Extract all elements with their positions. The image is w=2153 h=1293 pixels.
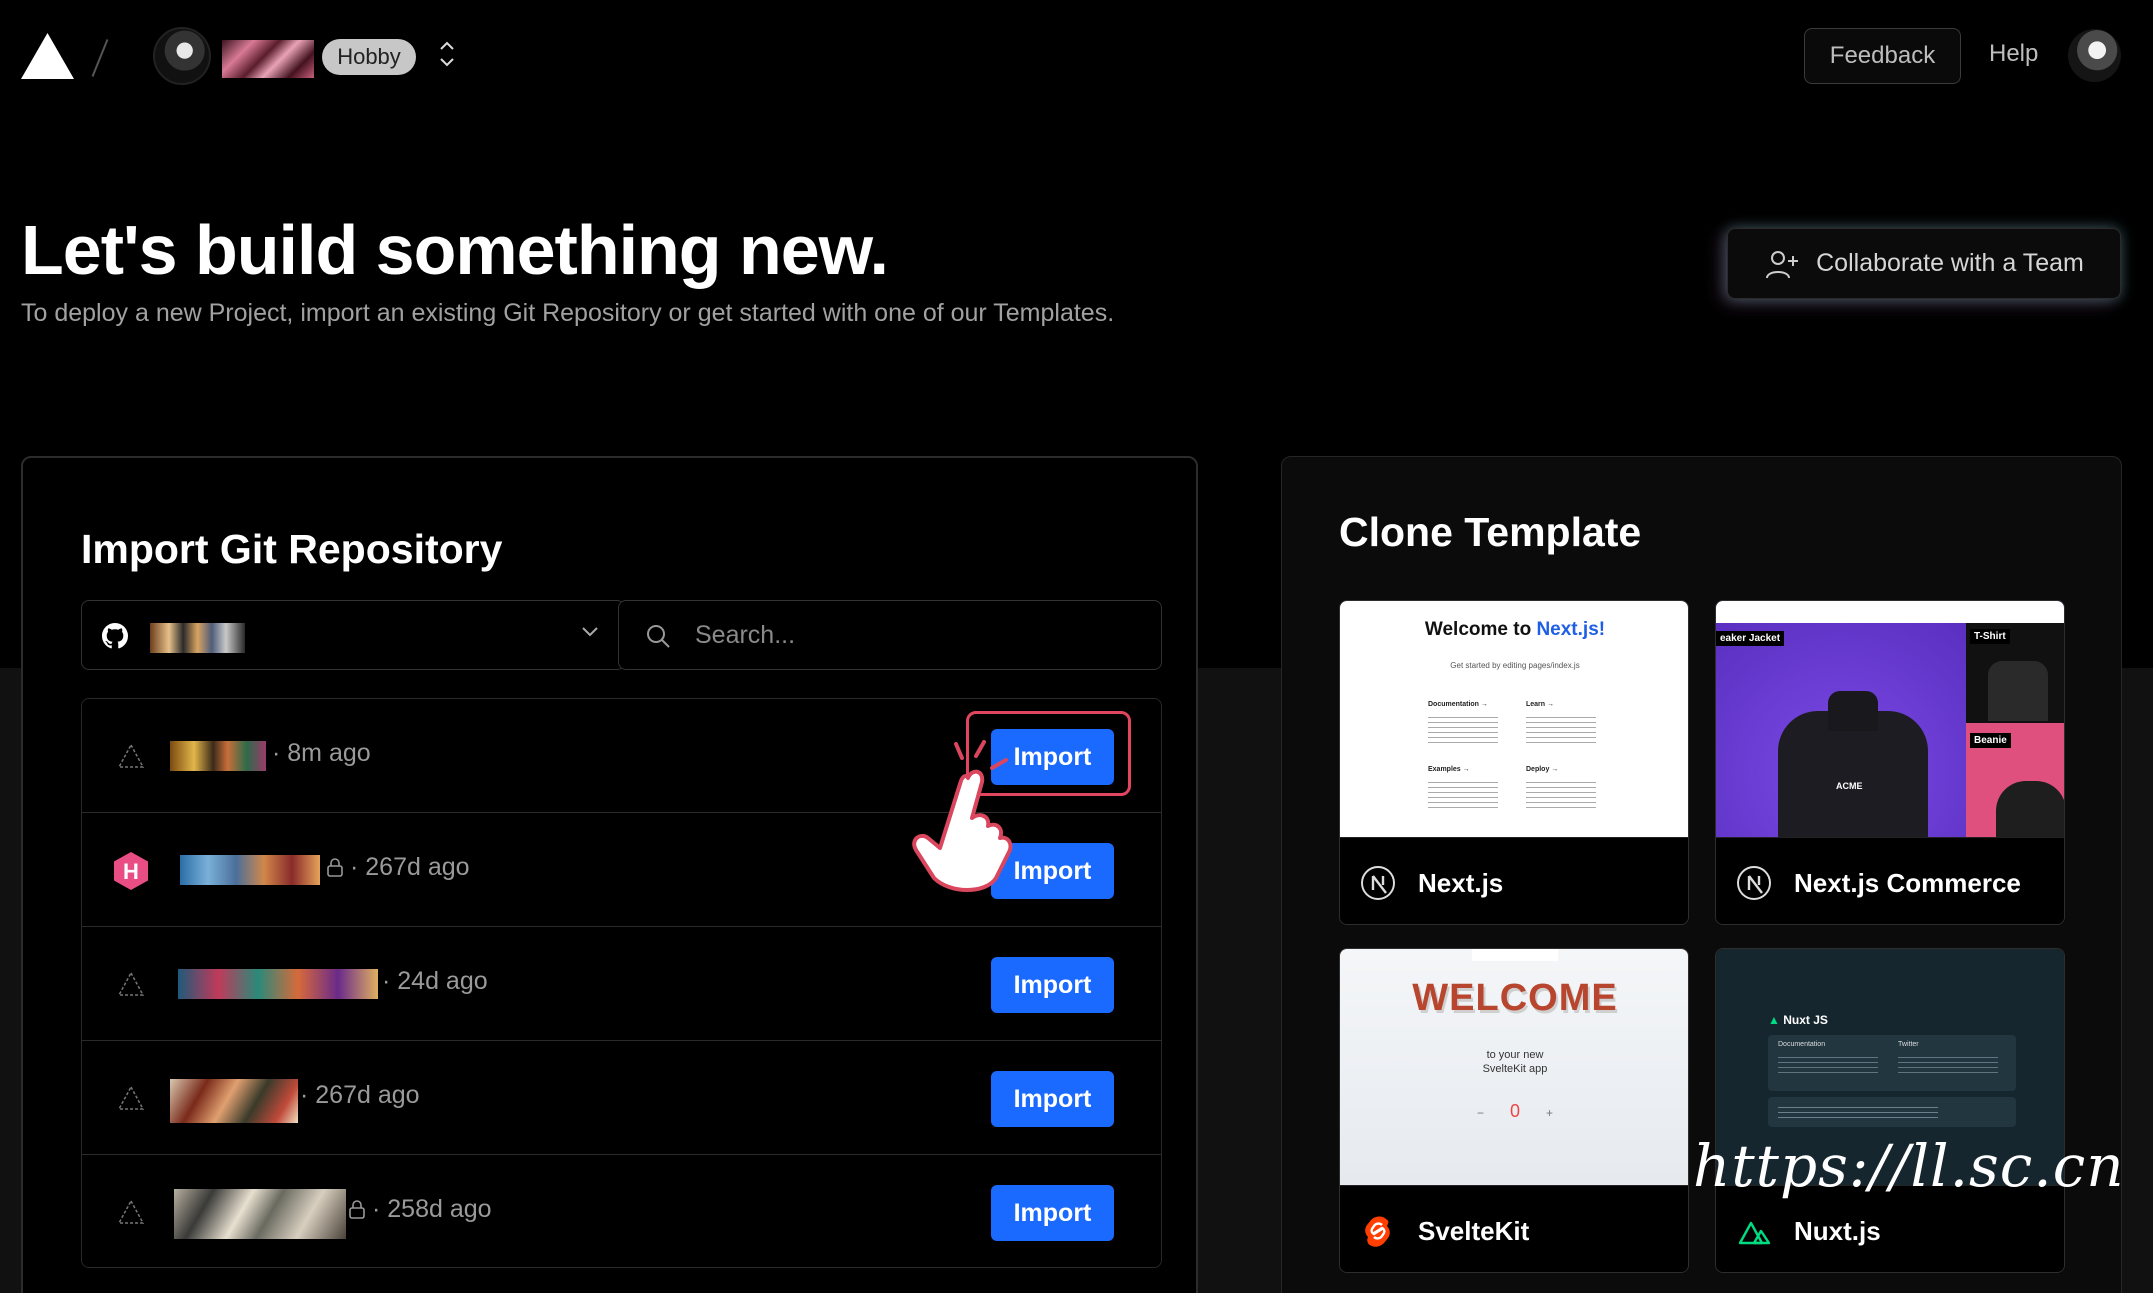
repo-name-image [170,741,266,771]
watermark: https://ll.sc.cn [1693,1132,2125,1200]
page-subtitle: To deploy a new Project, import an exist… [21,299,1115,327]
list-item: · 267d ago Import [82,1041,1161,1155]
help-link[interactable]: Help [1989,40,2038,68]
preview-brand: ACME [1836,781,1863,791]
nextjs-icon [1361,866,1395,900]
list-item: · 24d ago Import [82,927,1161,1041]
pointing-hand-icon [912,740,1013,892]
template-preview: Welcome to Next.js! Get started by editi… [1340,601,1688,837]
lock-icon [327,858,343,877]
preview-doc: Documentation [1778,1041,1826,1048]
plan-badge: Hobby [322,39,416,75]
import-button[interactable]: Import [991,1071,1114,1127]
import-panel-title: Import Git Repository [81,526,503,572]
user-avatar[interactable] [153,27,211,85]
preview-twitter: Twitter [1898,1041,1919,1048]
preview-line: to your new [1486,1049,1544,1061]
hexo-icon: H [114,852,148,890]
nuxt-icon [1738,1221,1771,1245]
preview-label: T-Shirt [1970,629,2010,644]
preview-line: SvelteKit app [1482,1063,1548,1075]
vercel-outline-icon [117,971,145,996]
account-avatar[interactable] [2068,29,2121,82]
template-name: Next.js [1418,868,1504,898]
repo-name-image [170,1079,298,1123]
lock-icon [349,1200,365,1219]
preview-card: Deploy → [1526,766,1559,773]
repo-updated: · 8m ago [272,739,371,767]
vercel-logo-icon[interactable] [21,33,74,79]
import-button[interactable]: Import [991,957,1114,1013]
preview-welcome: WELCOME [1412,977,1618,1019]
repo-updated: · 267d ago [326,853,470,882]
clone-panel-title: Clone Template [1339,509,1642,555]
page-title: Let's build something new. [21,211,889,289]
template-card-sveltekit[interactable]: WELCOME to your new SvelteKit app −0 + Sv… [1339,948,1689,1273]
template-card-nextjs[interactable]: Welcome to Next.js! Get started by editi… [1339,600,1689,925]
preview-card: Documentation → [1428,701,1488,708]
repo-name-image [178,969,378,999]
template-name: Nuxt.js [1794,1216,1881,1246]
repo-updated: · 267d ago [300,1081,420,1109]
chevron-down-icon [582,627,598,637]
preview-label: eaker Jacket [1716,631,1785,646]
template-footer: Next.js Commerce [1716,837,2064,924]
template-card-nextjs-commerce[interactable]: ACME eaker Jacket T-Shirt Beanie Next.js… [1715,600,2065,925]
repo-updated: · 258d ago [348,1195,492,1224]
team-name-image[interactable] [222,40,314,78]
breadcrumb-separator [91,39,109,77]
repo-name-image [180,855,320,885]
preview-counter: −0 + [1476,1101,1554,1121]
vercel-outline-icon [117,1199,145,1224]
search-input[interactable] [695,601,1135,669]
repo-search[interactable] [618,600,1162,670]
template-footer: SvelteKit [1340,1185,1688,1272]
git-account-select[interactable] [81,600,625,670]
list-item: · 258d ago Import [82,1155,1161,1267]
template-name: Next.js Commerce [1794,868,2021,898]
svg-text:H: H [123,859,139,884]
collaborate-button[interactable]: Collaborate with a Team [1727,228,2121,299]
template-preview: ACME eaker Jacket T-Shirt Beanie [1716,601,2064,837]
team-switcher-icon[interactable] [436,36,458,72]
add-user-icon [1766,250,1799,278]
template-preview: WELCOME to your new SvelteKit app −0 + [1340,949,1688,1185]
nextjs-icon [1737,866,1771,900]
repo-name-image [174,1189,346,1239]
vercel-outline-icon [117,1085,145,1110]
svelte-icon [1365,1216,1390,1247]
feedback-button[interactable]: Feedback [1804,28,1961,84]
preview-sub: Get started by editing pages/index.js [1450,661,1580,670]
vercel-outline-icon [117,743,145,768]
template-name: SvelteKit [1418,1216,1530,1246]
github-icon [102,623,128,649]
top-bar: Hobby Feedback Help [0,0,2153,112]
template-footer: Next.js [1340,837,1688,924]
template-card-nuxtjs[interactable]: ▲ Nuxt JS Documentation Twitter Nuxt.js [1715,948,2065,1273]
search-icon [647,625,670,648]
collaborate-label: Collaborate with a Team [1816,249,2084,277]
import-button[interactable]: Import [991,1185,1114,1241]
preview-heading-accent: Next.js! [1536,619,1606,640]
preview-card: Examples → [1428,766,1470,773]
preview-heading: Welcome to [1424,619,1537,640]
account-name-image [150,623,245,653]
preview-brand: ▲ Nuxt JS [1768,1013,1828,1027]
preview-card: Learn → [1526,701,1555,708]
repo-updated: · 24d ago [382,967,488,995]
preview-label: Beanie [1970,733,2011,748]
